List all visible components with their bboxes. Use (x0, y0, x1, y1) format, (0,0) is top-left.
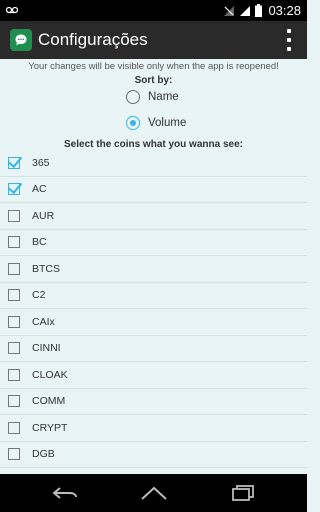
overflow-menu-icon[interactable] (287, 29, 291, 51)
list-item[interactable]: DGB (0, 442, 307, 468)
radio-name[interactable] (126, 90, 140, 104)
coin-label: BTCS (32, 262, 61, 275)
list-item[interactable]: BC (0, 230, 307, 256)
list-item[interactable]: CAIx (0, 309, 307, 336)
checkbox[interactable] (8, 448, 20, 461)
sort-by-label: Sort by: (134, 75, 173, 86)
coin-label: AC (32, 183, 47, 196)
sort-option-label: Volume (148, 117, 187, 129)
checkbox[interactable] (8, 183, 20, 196)
list-item[interactable]: AC (0, 177, 307, 203)
coin-label: C2 (32, 289, 46, 302)
signal-icon (240, 5, 251, 16)
voicemail-icon (6, 6, 18, 14)
coin-label: AUR (32, 209, 55, 222)
coin-label: CINNI (32, 342, 61, 355)
back-icon[interactable] (35, 474, 95, 512)
checkbox[interactable] (8, 368, 20, 381)
status-bar: 03:28 (0, 0, 307, 21)
list-item[interactable]: CINNI (0, 336, 307, 362)
radio-volume[interactable] (126, 116, 140, 130)
recent-apps-icon[interactable] (213, 474, 273, 512)
coin-label: CRYPT (32, 421, 68, 434)
coins-label: Select the coins what you wanna see: (64, 139, 243, 150)
checkbox[interactable] (8, 262, 20, 275)
sort-option-volume[interactable]: Volume (126, 116, 186, 130)
page-title: Configurações (38, 30, 148, 49)
coin-label: BC (32, 236, 47, 249)
checkbox[interactable] (8, 236, 20, 249)
home-icon[interactable] (124, 474, 184, 512)
coin-list: 365 AC AUR BC BTCS C2 CAIx CINNI CLOAK C… (0, 150, 307, 468)
checkbox[interactable] (8, 156, 20, 169)
list-item[interactable]: AUR (0, 203, 307, 230)
list-item[interactable]: CLOAK (0, 362, 307, 389)
signal-off-icon (224, 5, 235, 16)
sort-option-label: Name (148, 91, 179, 103)
navigation-bar (0, 474, 307, 512)
list-item[interactable]: 365 (0, 150, 307, 177)
coin-label: CAIx (32, 315, 55, 328)
coin-label: CLOAK (32, 368, 68, 381)
coin-label: 365 (32, 156, 50, 169)
list-item[interactable]: C2 (0, 283, 307, 309)
coin-label: DGB (32, 448, 55, 461)
reopen-notice: Your changes will be visible only when t… (28, 61, 279, 72)
checkbox[interactable] (8, 395, 20, 408)
sort-option-name[interactable]: Name (126, 90, 179, 104)
coin-label: COMM (32, 395, 66, 408)
chat-bubble-icon[interactable] (10, 29, 32, 51)
battery-icon (255, 4, 263, 17)
checkbox[interactable] (8, 421, 20, 434)
checkbox[interactable] (8, 209, 20, 222)
checkbox[interactable] (8, 342, 20, 355)
list-item[interactable]: COMM (0, 389, 307, 415)
checkbox[interactable] (8, 315, 20, 328)
status-time: 03:28 (268, 3, 301, 18)
list-item[interactable]: CRYPT (0, 415, 307, 442)
action-bar: Configurações (0, 21, 307, 59)
list-item[interactable]: BTCS (0, 256, 307, 283)
settings-content: Your changes will be visible only when t… (0, 59, 307, 474)
checkbox[interactable] (8, 289, 20, 302)
